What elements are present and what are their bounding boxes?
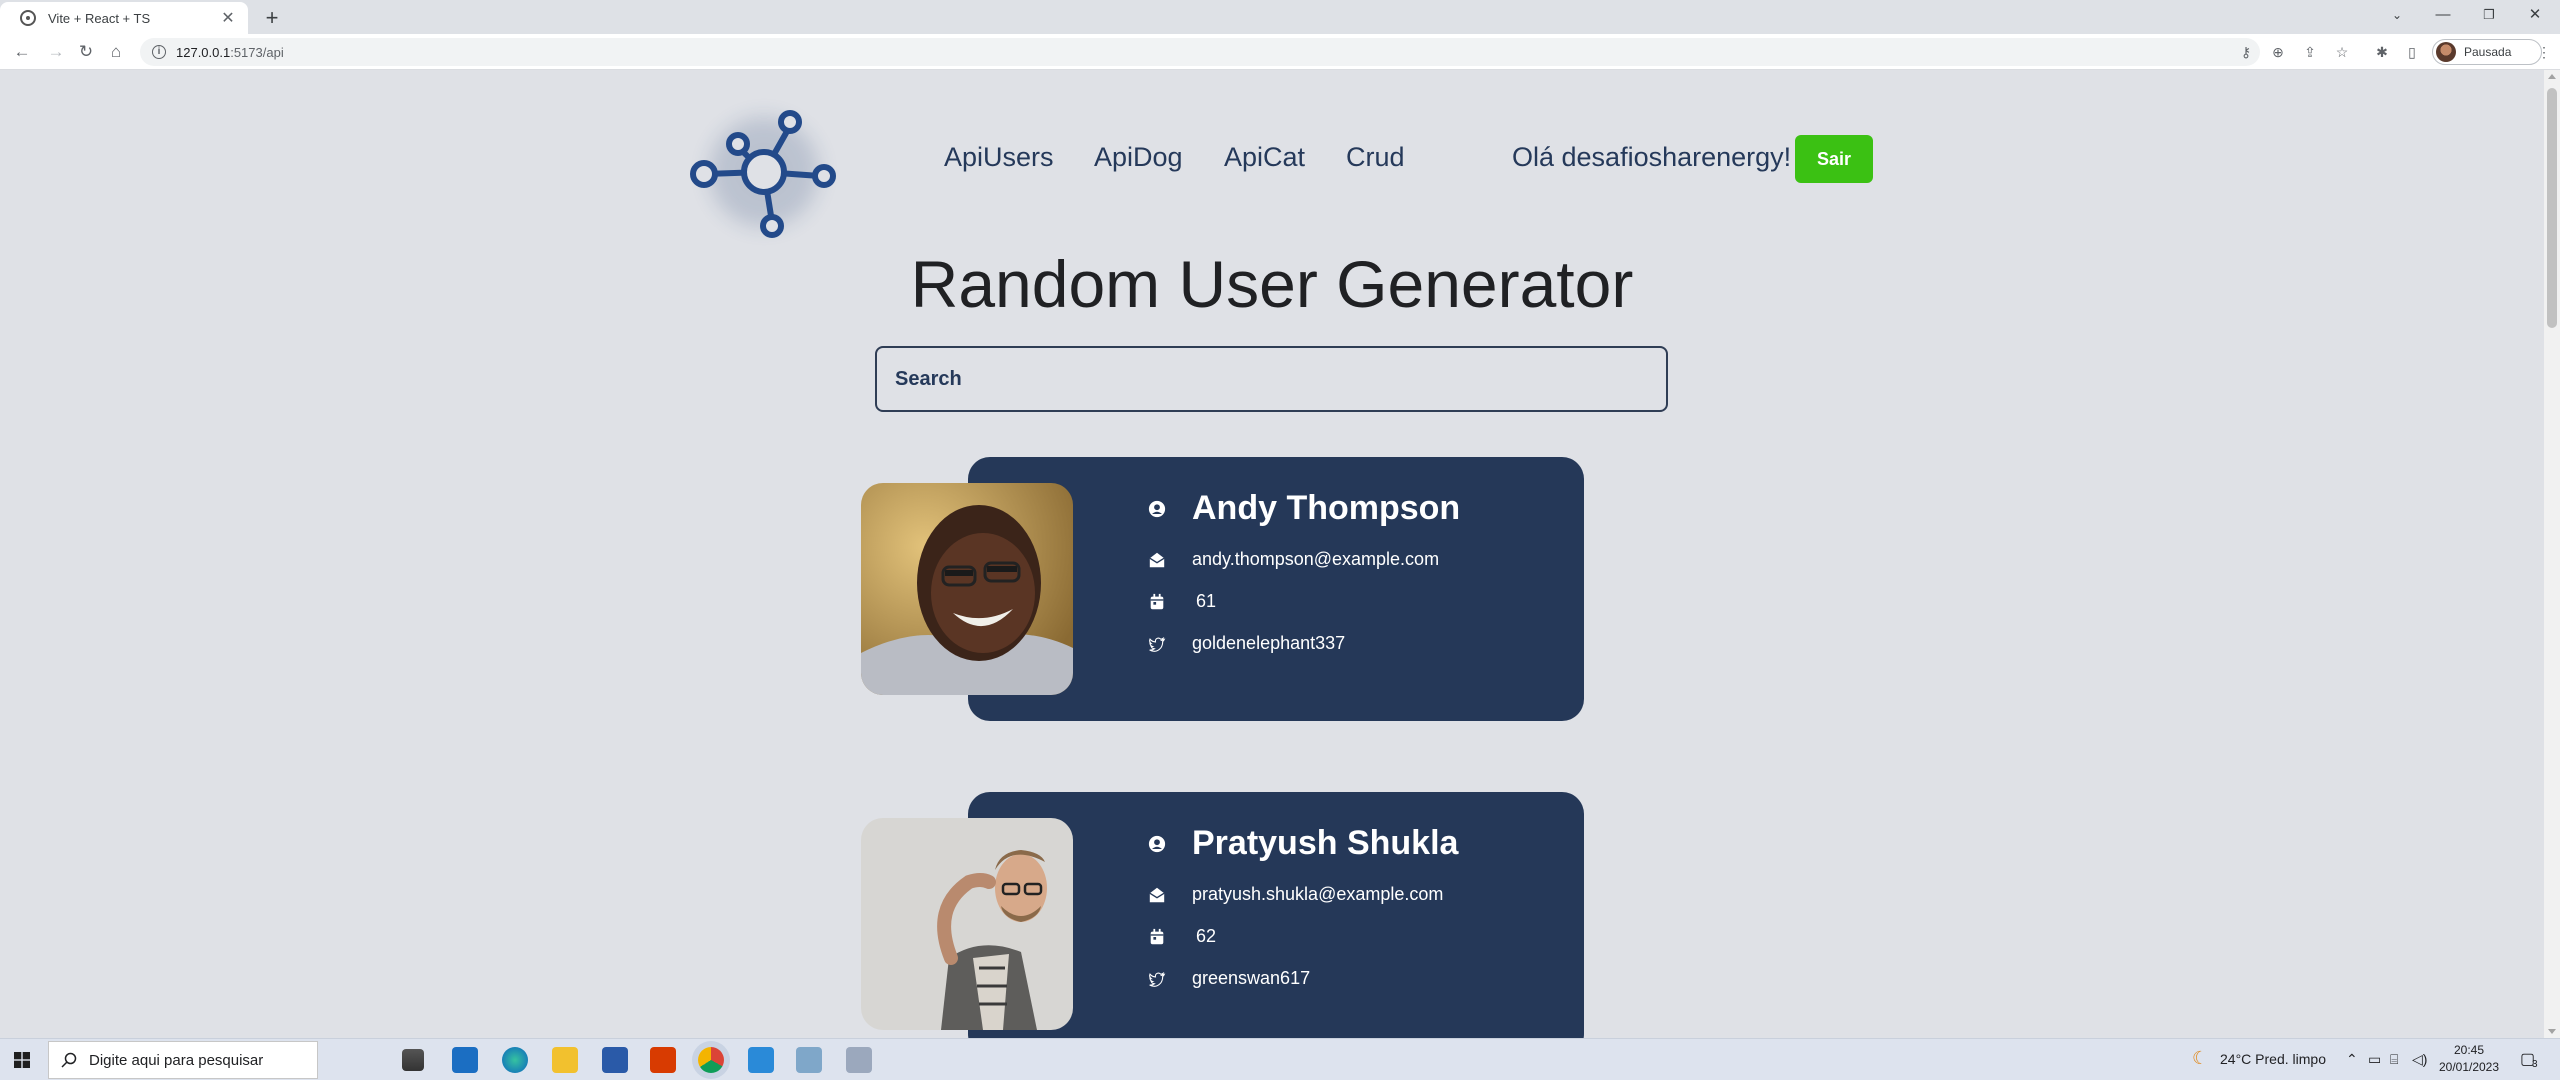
zoom-icon[interactable]: ⊕ (2268, 42, 2288, 62)
minimize-button[interactable]: — (2420, 0, 2466, 32)
user-age-row: 62 (1148, 926, 1216, 947)
profile-button[interactable]: Pausada (2432, 39, 2542, 65)
globe-icon (20, 10, 36, 26)
user-username: goldenelephant337 (1192, 633, 1346, 653)
vscode-app-icon[interactable] (748, 1047, 774, 1073)
envelope-open-icon (1149, 887, 1165, 902)
greeting-text: Olá desafiosharenergy! (1512, 142, 1792, 172)
tab-search-icon[interactable]: ⌄ (2374, 0, 2420, 32)
taskbar-search-placeholder: Digite aqui para pesquisar (89, 1051, 264, 1069)
search-input[interactable] (875, 346, 1668, 412)
volume-icon[interactable]: ◁) (2412, 1051, 2427, 1068)
user-photo (861, 818, 1073, 1030)
extensions-icon[interactable]: ✱ (2372, 42, 2392, 62)
user-name: Pratyush Shukla (1192, 824, 1459, 862)
user-age: 61 (1196, 591, 1217, 611)
twitter-icon (1149, 636, 1166, 652)
file-explorer-icon[interactable] (552, 1047, 578, 1073)
task-view-icon[interactable] (402, 1049, 424, 1071)
weather-moon-icon[interactable]: ☾ (2192, 1048, 2208, 1069)
menu-kebab-icon[interactable]: ⋮ (2534, 42, 2554, 62)
envelope-open-icon (1149, 552, 1165, 567)
tab-title: Vite + React + TS (48, 10, 151, 26)
chrome-browser-icon[interactable] (698, 1047, 724, 1073)
user-username-row: greenswan617 (1148, 968, 1310, 989)
user-circle-icon (1148, 835, 1166, 852)
close-tab-icon[interactable]: ✕ (218, 8, 238, 28)
share-icon[interactable]: ⇪ (2300, 42, 2320, 62)
page-viewport: ApiUsers ApiDog ApiCat Crud Olá desafios… (0, 70, 2544, 1038)
twitter-icon (1149, 971, 1166, 987)
calendar-icon (1150, 593, 1164, 609)
new-tab-button[interactable]: + (258, 4, 286, 32)
taskbar-search-box[interactable]: Digite aqui para pesquisar (48, 1041, 318, 1079)
scroll-up-icon[interactable] (2548, 74, 2556, 79)
clock-time: 20:45 (2453, 1043, 2485, 1057)
office-app-icon[interactable] (650, 1047, 676, 1073)
database-app-icon[interactable] (796, 1047, 822, 1073)
windows-start-icon[interactable] (14, 1052, 30, 1068)
browser-tab-strip: Vite + React + TS ✕ + ⌄ — ❐ ✕ (0, 0, 2560, 34)
user-username-row: goldenelephant337 (1148, 633, 1345, 654)
app-logo-icon (690, 110, 836, 238)
nav-link-crud[interactable]: Crud (1346, 142, 1405, 173)
nav-link-apidog[interactable]: ApiDog (1094, 142, 1183, 173)
bookmark-star-icon[interactable]: ☆ (2332, 42, 2352, 62)
notification-count: 3 (2532, 1059, 2538, 1070)
url-text: 127.0.0.1:5173/api (176, 44, 284, 60)
user-photo (861, 483, 1073, 695)
user-age: 62 (1196, 926, 1217, 946)
page-title: Random User Generator (910, 247, 1634, 321)
mail-app-icon[interactable] (452, 1047, 478, 1073)
nav-link-apicat[interactable]: ApiCat (1224, 142, 1305, 173)
user-email-row: pratyush.shukla@example.com (1148, 884, 1443, 905)
user-name-row: Andy Thompson (1148, 489, 1460, 528)
address-bar[interactable]: i 127.0.0.1:5173/api (140, 38, 2260, 66)
edge-browser-icon[interactable] (502, 1047, 528, 1073)
key-icon[interactable]: ⚷ (2236, 42, 2256, 62)
restore-button[interactable]: ❐ (2466, 0, 2512, 32)
browser-tab[interactable]: Vite + React + TS ✕ (0, 2, 248, 34)
search-icon (61, 1052, 77, 1068)
user-username: greenswan617 (1192, 968, 1311, 988)
weather-text[interactable]: 24°C Pred. limpo (2220, 1051, 2326, 1067)
network-icon[interactable]: ▭ (2368, 1051, 2381, 1068)
page-scrollbar[interactable] (2544, 70, 2560, 1038)
scrollbar-thumb[interactable] (2547, 88, 2557, 328)
profile-label: Pausada (2464, 45, 2512, 59)
logout-button[interactable]: Sair (1795, 135, 1873, 183)
user-age-row: 61 (1148, 591, 1216, 612)
user-name-row: Pratyush Shukla (1148, 824, 1458, 863)
git-app-icon[interactable] (846, 1047, 872, 1073)
scroll-down-icon[interactable] (2548, 1029, 2556, 1034)
user-email: andy.thompson@example.com (1192, 549, 1440, 569)
side-panel-icon[interactable]: ▯ (2402, 42, 2422, 62)
taskbar: Digite aqui para pesquisar ☾ 24°C Pred. … (0, 1038, 2560, 1080)
calendar-icon (1150, 928, 1164, 944)
display-icon[interactable]: ⌸ (2390, 1051, 2398, 1068)
show-hidden-icons-icon[interactable]: ⌃ (2346, 1051, 2358, 1068)
store-app-icon[interactable] (602, 1047, 628, 1073)
taskbar-clock[interactable]: 20:45 20/01/2023 (2434, 1042, 2504, 1076)
forward-icon[interactable]: → (44, 40, 68, 64)
avatar (2436, 42, 2456, 62)
back-icon[interactable]: ← (10, 40, 34, 64)
user-name: Andy Thompson (1192, 489, 1461, 527)
home-icon[interactable]: ⌂ (104, 40, 128, 64)
nav-link-apiusers[interactable]: ApiUsers (944, 142, 1054, 173)
user-email-row: andy.thompson@example.com (1148, 549, 1439, 570)
user-circle-icon (1148, 500, 1166, 517)
close-window-button[interactable]: ✕ (2512, 0, 2558, 32)
clock-date: 20/01/2023 (2438, 1060, 2500, 1074)
site-info-icon[interactable]: i (152, 45, 166, 59)
reload-icon[interactable]: ↻ (74, 40, 98, 64)
user-email: pratyush.shukla@example.com (1192, 884, 1444, 904)
browser-toolbar: ← → ↻ ⌂ i 127.0.0.1:5173/api ⚷ ⊕ ⇪ ☆ ✱ ▯… (0, 34, 2560, 70)
